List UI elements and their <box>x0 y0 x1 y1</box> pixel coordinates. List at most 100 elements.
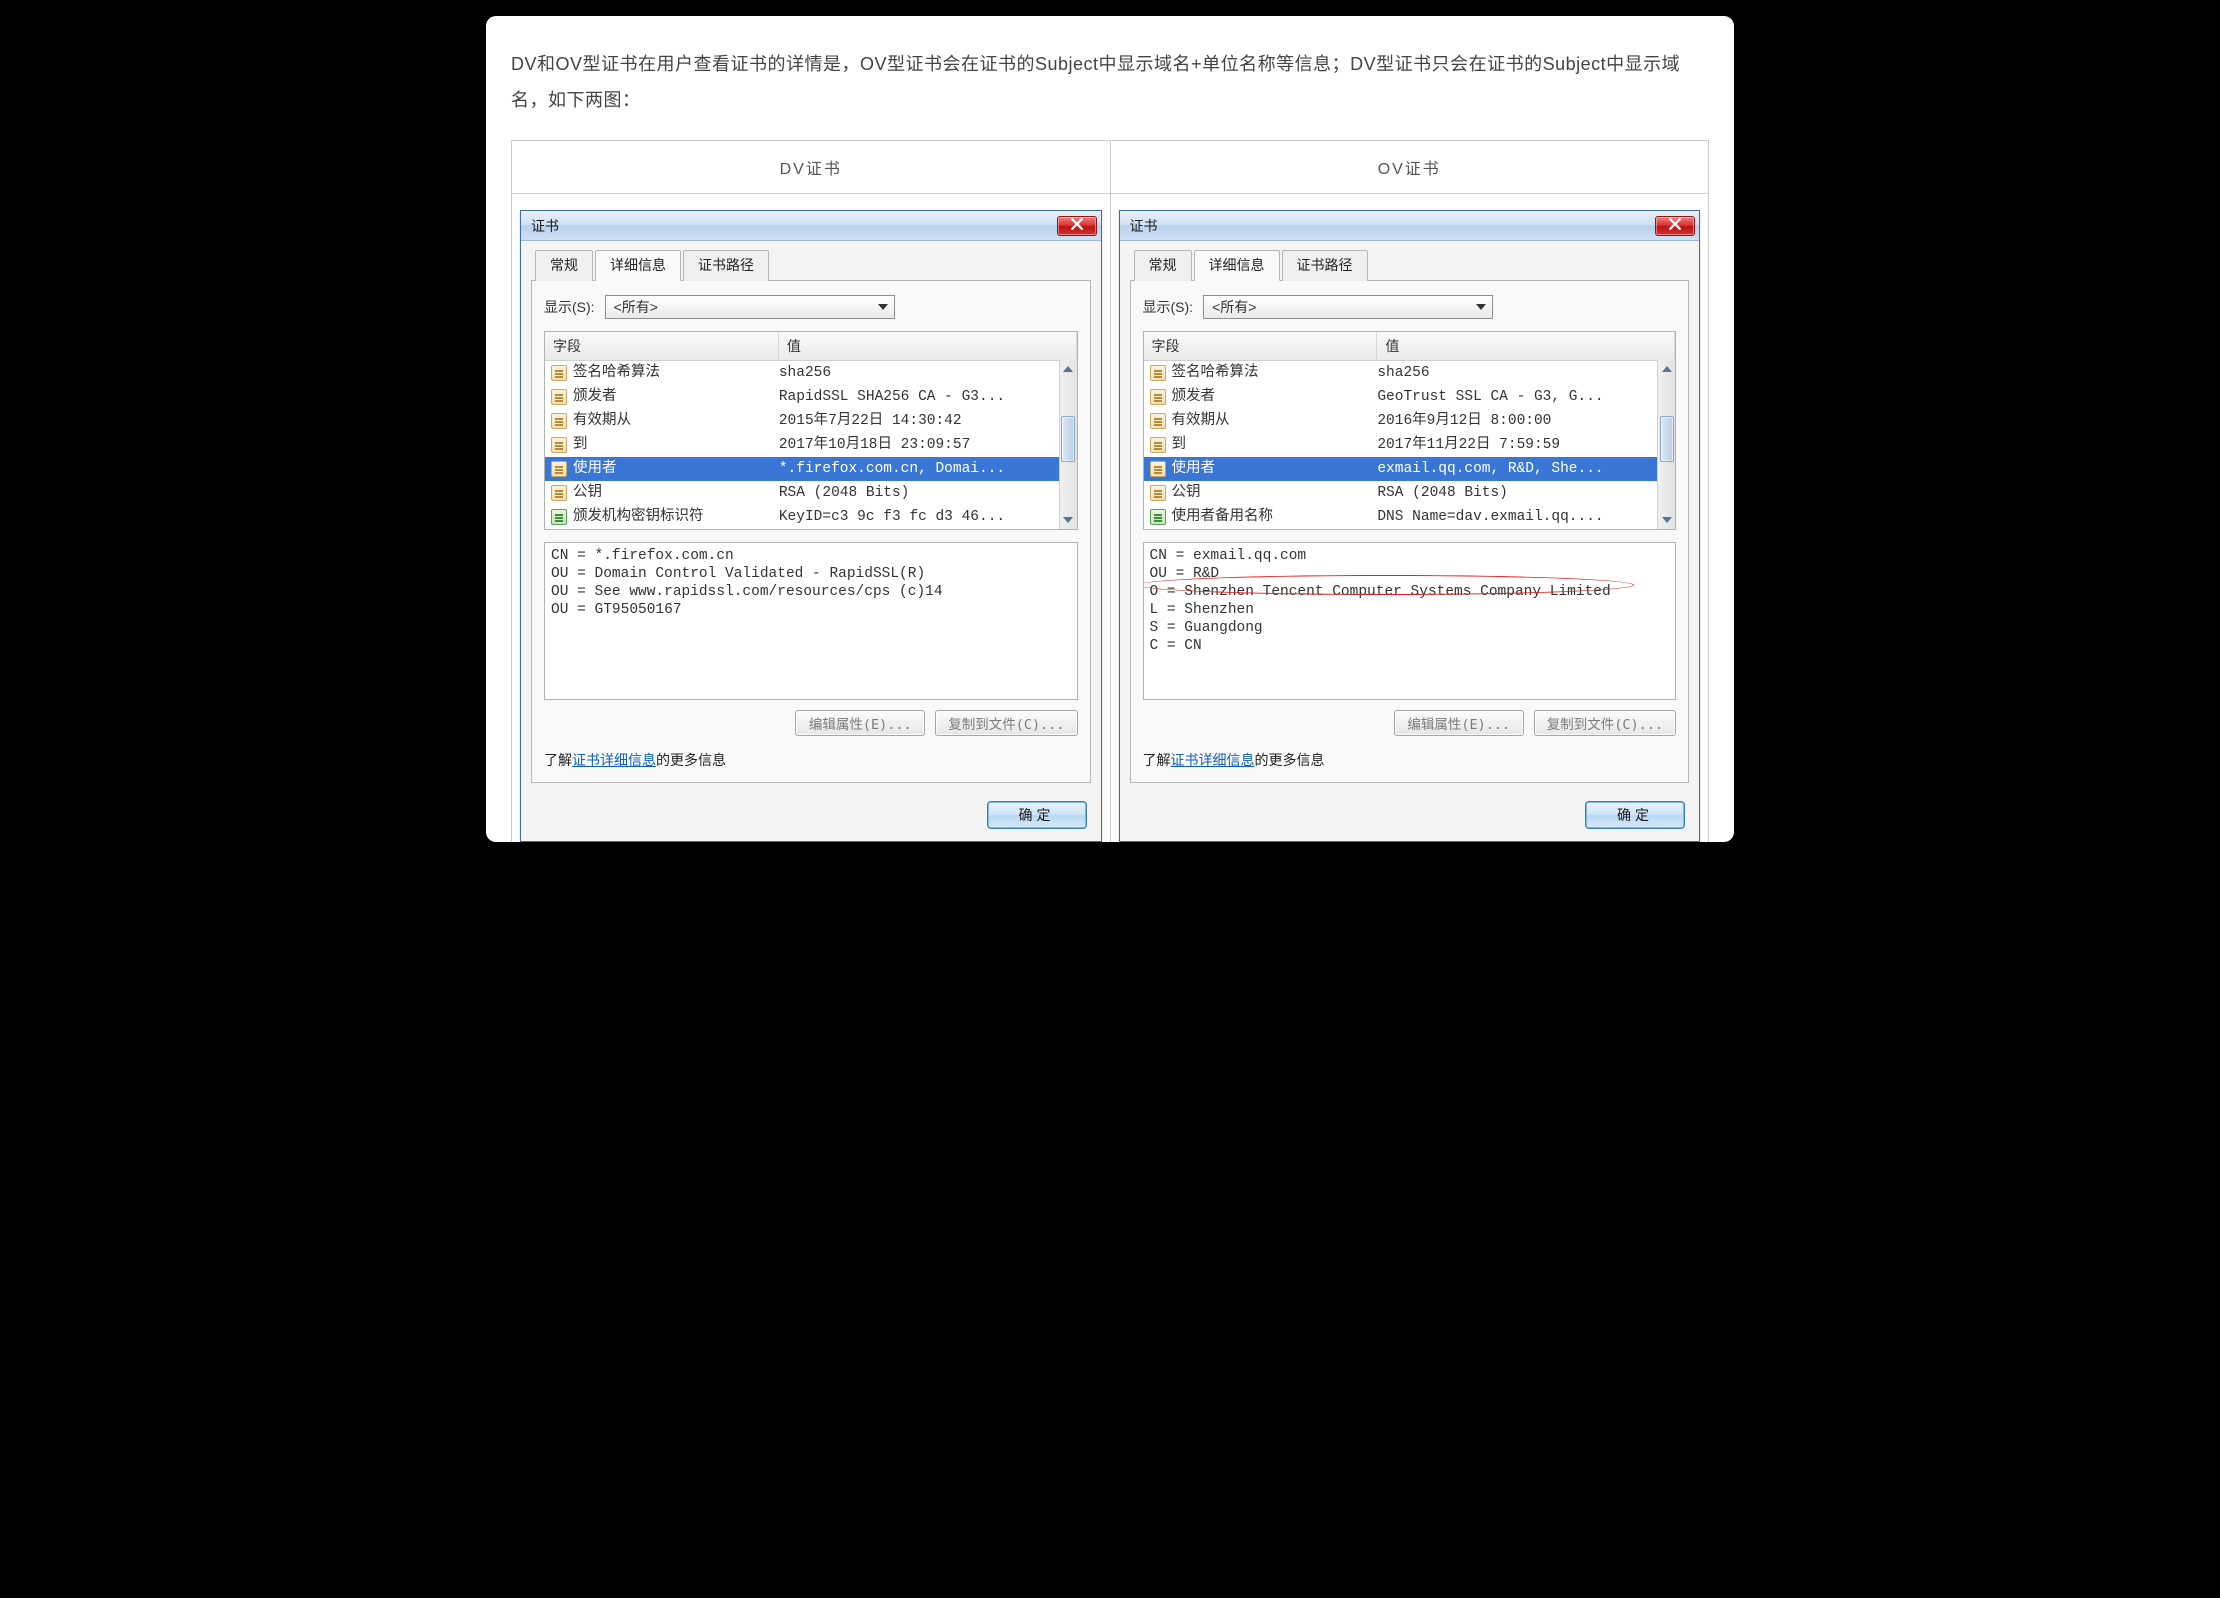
field-value: 2016年9月12日 8:00:00 <box>1377 410 1675 432</box>
scroll-up-icon[interactable] <box>1660 362 1674 376</box>
scrollbar[interactable] <box>1059 360 1077 529</box>
scroll-up-icon[interactable] <box>1061 362 1075 376</box>
edit-properties-button[interactable]: 编辑属性(E)... <box>795 710 925 736</box>
field-value: KeyID=c3 9c f3 fc d3 46... <box>779 506 1077 528</box>
field-row[interactable]: 到 2017年11月22日 7:59:59 <box>1144 433 1676 457</box>
field-row[interactable]: 签名哈希算法sha256 <box>1144 361 1676 385</box>
scroll-thumb[interactable] <box>1660 416 1674 462</box>
field-name: 颁发者 <box>1172 386 1216 408</box>
field-name: 有效期从 <box>1172 410 1230 432</box>
field-row[interactable]: 到 2017年10月18日 23:09:57 <box>545 433 1077 457</box>
field-name: 签名哈希算法 <box>1172 362 1259 384</box>
field-value: *.firefox.com.cn, Domai... <box>779 458 1077 480</box>
field-row[interactable]: 使用者 exmail.qq.com, R&D, She... <box>1144 457 1676 481</box>
field-name: 到 <box>573 434 588 456</box>
text: 的更多信息 <box>1255 752 1325 768</box>
field-row[interactable]: 颁发机构密钥标识符KeyID=c3 9c f3 fc d3 46... <box>545 505 1077 529</box>
field-row[interactable]: 公钥RSA (2048 Bits) <box>545 481 1077 505</box>
learn-more-link[interactable]: 证书详细信息 <box>572 752 656 768</box>
certificate-field-icon <box>1150 389 1166 405</box>
field-value: RapidSSL SHA256 CA - G3... <box>779 386 1077 408</box>
field-value: exmail.qq.com, R&D, She... <box>1377 458 1675 480</box>
document-sheet: DV和OV型证书在用户查看证书的详情是，OV型证书会在证书的Subject中显示… <box>486 16 1734 842</box>
edit-properties-button[interactable]: 编辑属性(E)... <box>1394 710 1524 736</box>
ok-button[interactable]: 确定 <box>987 801 1087 829</box>
copy-to-file-button[interactable]: 复制到文件(C)... <box>935 710 1077 736</box>
field-value: 2017年11月22日 7:59:59 <box>1377 434 1675 456</box>
show-dropdown[interactable]: <所有> <box>605 295 895 319</box>
field-list-header: 字段值 <box>1144 332 1676 361</box>
field-value: RSA (2048 Bits) <box>779 482 1077 504</box>
field-list: 字段值签名哈希算法sha256颁发者GeoTrust SSL CA - G3, … <box>1143 331 1677 530</box>
col-header-value[interactable]: 值 <box>779 332 1077 360</box>
certificate-field-icon <box>551 437 567 453</box>
field-value: RSA (2048 Bits) <box>1377 482 1675 504</box>
field-value: 2017年10月18日 23:09:57 <box>779 434 1077 456</box>
tab-panel-details: 显示(S):<所有>字段值签名哈希算法sha256颁发者RapidSSL SHA… <box>531 281 1091 783</box>
show-row: 显示(S): <所有> <box>1143 295 1677 319</box>
field-row[interactable]: 使用者 *.firefox.com.cn, Domai... <box>545 457 1077 481</box>
field-row[interactable]: 颁发者RapidSSL SHA256 CA - G3... <box>545 385 1077 409</box>
field-row[interactable]: 签名哈希算法sha256 <box>545 361 1077 385</box>
action-row: 编辑属性(E)... 复制到文件(C)... <box>1143 710 1677 736</box>
field-row[interactable]: 有效期从 2016年9月12日 8:00:00 <box>1144 409 1676 433</box>
subject-text: CN = exmail.qq.com OU = R&D O = Shenzhen… <box>1150 548 1611 654</box>
certificate-field-icon <box>551 485 567 501</box>
show-dropdown[interactable]: <所有> <box>1203 295 1493 319</box>
show-label: 显示(S): <box>1143 297 1194 317</box>
tab-details[interactable]: 详细信息 <box>1194 250 1280 281</box>
tab-path[interactable]: 证书路径 <box>683 250 769 281</box>
field-row[interactable]: 使用者备用名称DNS Name=dav.exmail.qq.... <box>1144 505 1676 529</box>
field-name: 有效期从 <box>573 410 631 432</box>
field-list: 字段值签名哈希算法sha256颁发者RapidSSL SHA256 CA - G… <box>544 331 1078 530</box>
action-row: 编辑属性(E)... 复制到文件(C)... <box>544 710 1078 736</box>
cert-dialog-ov: 证书常规详细信息证书路径显示(S): <所有> 字段值签名哈希算法sha256颁发者… <box>1119 210 1701 842</box>
field-row[interactable]: 有效期从 2015年7月22日 14:30:42 <box>545 409 1077 433</box>
extension-icon <box>1150 509 1166 525</box>
field-name: 到 <box>1172 434 1187 456</box>
col-header-value[interactable]: 值 <box>1377 332 1675 360</box>
certificate-field-icon <box>1150 413 1166 429</box>
col-header-field[interactable]: 字段 <box>545 332 779 360</box>
subject-detail[interactable]: CN = exmail.qq.com OU = R&D O = Shenzhen… <box>1143 542 1677 700</box>
tab-general[interactable]: 常规 <box>535 250 593 281</box>
certificate-field-icon <box>551 365 567 381</box>
dialog-body: 常规详细信息证书路径显示(S):<所有>字段值签名哈希算法sha256颁发者Ra… <box>521 241 1101 841</box>
certificate-field-icon <box>551 461 567 477</box>
intro-text: DV和OV型证书在用户查看证书的详情是，OV型证书会在证书的Subject中显示… <box>511 46 1709 118</box>
field-value: 2015年7月22日 14:30:42 <box>779 410 1077 432</box>
chevron-down-icon <box>878 304 888 310</box>
close-icon <box>1669 218 1681 233</box>
ok-button[interactable]: 确定 <box>1585 801 1685 829</box>
tab-panel-details: 显示(S): <所有> 字段值签名哈希算法sha256颁发者GeoTrust SSL… <box>1130 281 1690 783</box>
tab-details[interactable]: 详细信息 <box>595 250 681 281</box>
window-title: 证书 <box>1130 216 1158 236</box>
certificate-field-icon <box>551 413 567 429</box>
scroll-thumb[interactable] <box>1061 416 1075 462</box>
scroll-down-icon[interactable] <box>1061 513 1075 527</box>
certificate-field-icon <box>1150 461 1166 477</box>
col-header-field[interactable]: 字段 <box>1144 332 1378 360</box>
close-button[interactable] <box>1655 216 1695 236</box>
subject-detail[interactable]: CN = *.firefox.com.cn OU = Domain Contro… <box>544 542 1078 700</box>
tab-general[interactable]: 常规 <box>1134 250 1192 281</box>
text: 了解 <box>544 752 572 768</box>
field-row[interactable]: 颁发者GeoTrust SSL CA - G3, G... <box>1144 385 1676 409</box>
field-name: 使用者 <box>573 458 617 480</box>
tab-path[interactable]: 证书路径 <box>1282 250 1368 281</box>
copy-to-file-button[interactable]: 复制到文件(C)... <box>1534 710 1676 736</box>
field-name: 使用者 <box>1172 458 1216 480</box>
field-row[interactable]: 公钥RSA (2048 Bits) <box>1144 481 1676 505</box>
close-button[interactable] <box>1057 216 1097 236</box>
dropdown-value: <所有> <box>614 297 658 317</box>
learn-more-link[interactable]: 证书详细信息 <box>1171 752 1255 768</box>
chevron-down-icon <box>1476 304 1486 310</box>
text: 的更多信息 <box>656 752 726 768</box>
field-value: sha256 <box>779 362 1077 384</box>
comparison-table: DV证书 OV证书 证书常规详细信息证书路径显示(S):<所有>字段值签名哈希算… <box>511 140 1709 842</box>
header-ov: OV证书 <box>1110 141 1709 194</box>
dialog-body: 常规详细信息证书路径显示(S): <所有> 字段值签名哈希算法sha256颁发者Ge… <box>1120 241 1700 841</box>
close-icon <box>1071 218 1083 233</box>
scrollbar[interactable] <box>1657 360 1675 529</box>
scroll-down-icon[interactable] <box>1660 513 1674 527</box>
